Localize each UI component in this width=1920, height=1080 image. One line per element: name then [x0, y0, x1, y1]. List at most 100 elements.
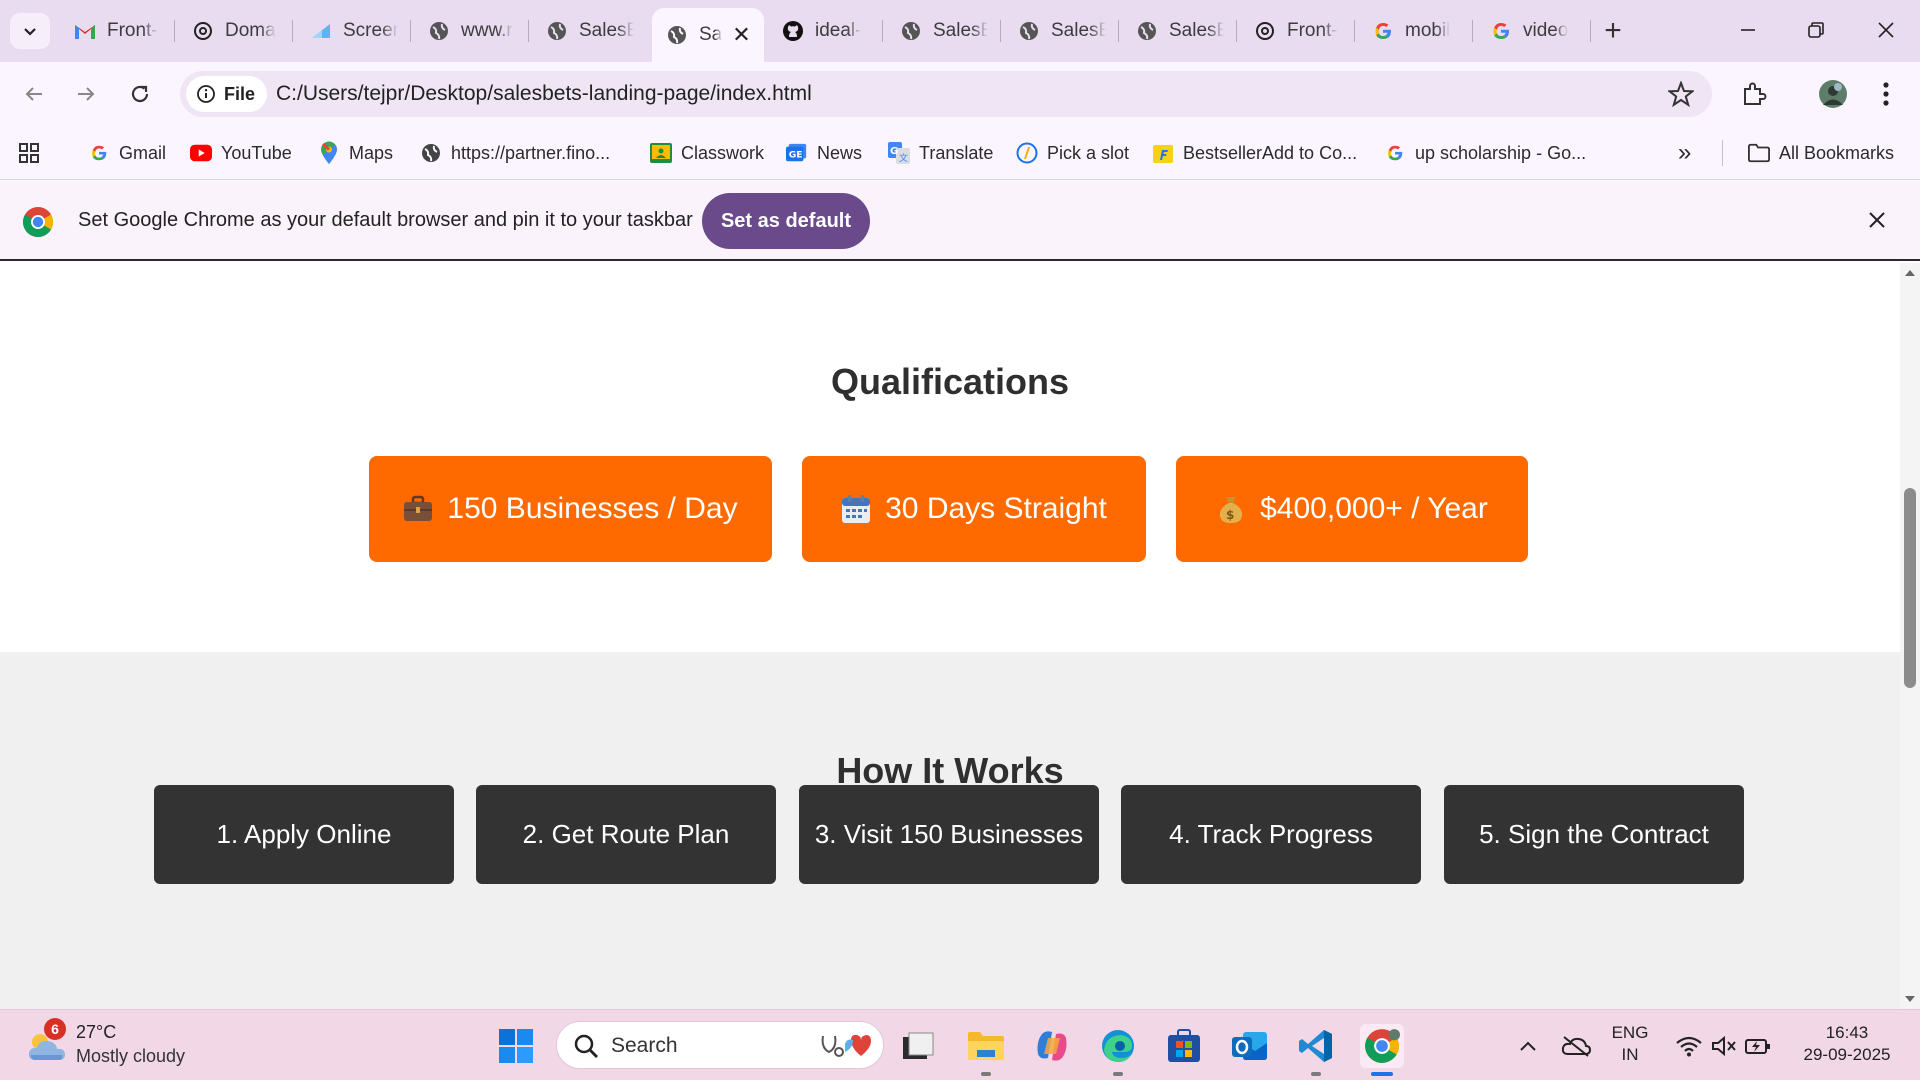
- extensions-button[interactable]: [1738, 78, 1770, 110]
- apps-grid-icon: [18, 142, 40, 164]
- clock[interactable]: 16:43 29-09-2025: [1788, 1022, 1906, 1066]
- bookmark-partner-fino[interactable]: https://partner.fino...: [420, 138, 610, 168]
- tab-separator: [1472, 20, 1473, 42]
- tab-title: www.r: [461, 20, 513, 41]
- taskbar-edge[interactable]: [1096, 1024, 1140, 1076]
- tab-separator: [1118, 20, 1119, 42]
- svg-text:G: G: [890, 146, 898, 157]
- tab-video-google[interactable]: video: [1476, 10, 1588, 52]
- page-scrollbar[interactable]: [1900, 263, 1920, 1009]
- start-button[interactable]: [494, 1024, 538, 1068]
- bookmark-translate[interactable]: G文 Translate: [888, 138, 993, 168]
- new-tab-button[interactable]: +: [1596, 14, 1630, 48]
- infobar-message: Set Google Chrome as your default browse…: [78, 209, 693, 231]
- tab-search-button[interactable]: [10, 13, 50, 49]
- taskbar-vscode[interactable]: [1294, 1024, 1338, 1076]
- tab-active-salesbets[interactable]: Sa ✕: [652, 8, 764, 62]
- search-highlight-icon: [821, 1034, 871, 1057]
- url-text[interactable]: C:/Users/tejpr/Desktop/salesbets-landing…: [276, 82, 812, 106]
- qualification-card: 30 Days Straight: [802, 456, 1146, 562]
- tray-overflow-button[interactable]: [1506, 1024, 1550, 1068]
- tab-separator: [1000, 20, 1001, 42]
- volume-muted-icon: [1712, 1035, 1736, 1057]
- globe-icon: [666, 24, 688, 46]
- chevron-up-icon: [1520, 1041, 1536, 1051]
- bookmark-pick-a-slot[interactable]: Pick a slot: [1016, 138, 1129, 168]
- tab-www[interactable]: www.r: [414, 10, 526, 52]
- clock-time: 16:43: [1825, 1023, 1869, 1042]
- close-icon[interactable]: ✕: [732, 22, 750, 48]
- copilot-icon: [1037, 1031, 1067, 1061]
- tab-title: ideal-: [815, 20, 862, 41]
- reload-button[interactable]: [120, 74, 160, 114]
- taskbar-store[interactable]: [1162, 1024, 1206, 1068]
- profile-avatar[interactable]: [1817, 78, 1849, 110]
- scrollbar-thumb[interactable]: [1904, 488, 1916, 688]
- step-card: 1. Apply Online: [154, 785, 454, 884]
- svg-text:文: 文: [899, 152, 908, 164]
- tab-screen[interactable]: Screer: [296, 10, 408, 52]
- quick-settings-button[interactable]: [1666, 1024, 1780, 1068]
- bookmark-classwork[interactable]: Classwork: [650, 138, 764, 168]
- step-card: 3. Visit 150 Businesses: [799, 785, 1099, 884]
- taskbar-outlook[interactable]: [1228, 1024, 1272, 1068]
- bookmark-maps[interactable]: Maps: [318, 138, 393, 168]
- set-as-default-button[interactable]: Set as default: [702, 193, 870, 249]
- qualification-card: $ $400,000+ / Year: [1176, 456, 1528, 562]
- taskbar-search[interactable]: Search: [556, 1021, 884, 1069]
- tab-separator: [882, 20, 883, 42]
- tab-doma[interactable]: Doma: [178, 10, 290, 52]
- scroll-down-arrow-icon[interactable]: [1904, 993, 1916, 1005]
- bookmark-label: News: [817, 142, 863, 163]
- bookmarks-overflow-button[interactable]: »: [1678, 138, 1691, 168]
- bookmark-star-icon[interactable]: [1668, 81, 1694, 107]
- tab-mobile-google[interactable]: mobil: [1358, 10, 1470, 52]
- apps-button[interactable]: [18, 138, 40, 168]
- bookmark-flipkart[interactable]: BestsellerAdd to Co...: [1152, 138, 1357, 168]
- all-bookmarks-button[interactable]: All Bookmarks: [1748, 138, 1894, 168]
- step-card: 4. Track Progress: [1121, 785, 1421, 884]
- google-icon: [1372, 20, 1394, 42]
- back-button[interactable]: [14, 74, 54, 114]
- taskbar-task-view[interactable]: [896, 1024, 940, 1068]
- taskbar-chrome[interactable]: [1360, 1024, 1404, 1076]
- taskbar-file-explorer[interactable]: [964, 1024, 1008, 1076]
- tab-front-gmail[interactable]: Front-: [60, 10, 172, 52]
- info-icon: [197, 85, 215, 103]
- running-indicator: [981, 1072, 991, 1076]
- language-indicator[interactable]: ENG IN: [1602, 1022, 1658, 1066]
- site-info-chip[interactable]: File: [186, 76, 268, 112]
- infobar-close-button[interactable]: [1862, 205, 1892, 235]
- taskbar-copilot[interactable]: [1030, 1024, 1074, 1068]
- tab-salesbets-2[interactable]: SalesE: [886, 10, 998, 52]
- tab-title: SalesE: [933, 20, 988, 41]
- tab-title: SalesE: [1169, 20, 1224, 41]
- bookmark-label: Classwork: [681, 142, 765, 163]
- tab-ideal-github[interactable]: ideal-: [768, 10, 880, 52]
- reload-icon: [131, 85, 149, 103]
- bookmark-gmail[interactable]: Gmail: [88, 138, 166, 168]
- weather-alert-badge: 6: [44, 1018, 66, 1040]
- scroll-up-arrow-icon[interactable]: [1904, 267, 1916, 279]
- openai-icon: [192, 20, 214, 42]
- bookmark-up-scholarship[interactable]: up scholarship - Go...: [1384, 138, 1586, 168]
- tab-separator: [1590, 20, 1591, 42]
- bookmark-youtube[interactable]: YouTube: [190, 138, 292, 168]
- forward-button[interactable]: [66, 74, 106, 114]
- restore-icon: [1808, 22, 1824, 38]
- bookmark-label: up scholarship - Go...: [1415, 142, 1587, 163]
- tab-salesbets-3[interactable]: SalesE: [1004, 10, 1116, 52]
- close-window-button[interactable]: [1858, 10, 1914, 50]
- menu-button[interactable]: [1870, 78, 1902, 110]
- bookmark-news[interactable]: GE News: [786, 138, 862, 168]
- weather-widget[interactable]: 6 27°C Mostly cloudy: [24, 1018, 224, 1072]
- tab-title: Front-: [107, 20, 158, 41]
- slot-icon: [1016, 142, 1038, 164]
- address-bar[interactable]: File C:/Users/tejpr/Desktop/salesbets-la…: [180, 71, 1712, 117]
- tab-front-chatgpt[interactable]: Front-: [1240, 10, 1352, 52]
- tab-salesbets-1[interactable]: SalesE: [532, 10, 644, 52]
- onedrive-tray[interactable]: [1554, 1024, 1598, 1068]
- restore-button[interactable]: [1788, 10, 1844, 50]
- minimize-button[interactable]: [1720, 10, 1776, 50]
- tab-salesbets-4[interactable]: SalesE: [1122, 10, 1234, 52]
